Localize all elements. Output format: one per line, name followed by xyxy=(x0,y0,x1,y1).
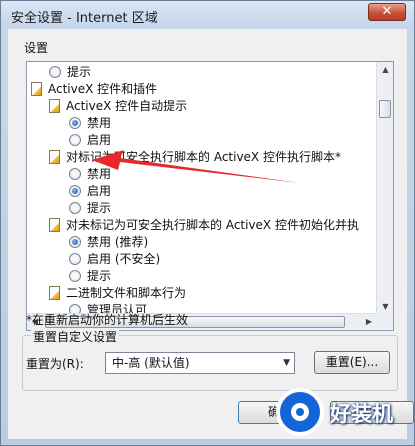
settings-category: ActiveX 控件自动提示 xyxy=(49,98,187,115)
tree-item-label: 启用 xyxy=(87,133,112,147)
radio-option[interactable]: 提示 xyxy=(69,200,111,217)
radio-option[interactable]: 启用 xyxy=(69,132,111,149)
security-level-value: 中-高 (默认值) xyxy=(112,356,190,370)
radio-option[interactable]: 提示 xyxy=(69,268,111,285)
settings-category: 对未标记为可安全执行脚本的 ActiveX 控件初始化并执 xyxy=(49,217,359,234)
tree-item-label: 启用 (不安全) xyxy=(87,252,161,266)
tree-item-label: 对未标记为可安全执行脚本的 ActiveX 控件初始化并执 xyxy=(66,218,359,232)
settings-tree: 提示 ActiveX 控件和插件 ActiveX 控件自动提示 禁用 启用 对标记为可安全… xyxy=(26,61,394,331)
settings-page-icon xyxy=(49,217,60,232)
tree-item-label: 提示 xyxy=(67,65,92,79)
radio-option[interactable]: 启用 xyxy=(69,183,111,200)
window-title: 安全设置 - Internet 区域 xyxy=(11,11,158,26)
watermark-badge: 好装机 xyxy=(268,386,415,446)
radio-unchecked-icon[interactable] xyxy=(49,65,61,78)
scroll-right-arrow-icon[interactable]: ▶ xyxy=(361,314,377,330)
security-settings-dialog: 安全设置 - Internet 区域 ✕ 设置 提示 ActiveX 控件和插件 A… xyxy=(0,0,415,446)
settings-page-icon xyxy=(49,149,60,164)
tree-item-label: 提示 xyxy=(87,201,112,215)
scrollbar-corner xyxy=(376,313,393,330)
tree-item-label: 禁用 (推荐) xyxy=(87,235,149,249)
vertical-scroll-thumb[interactable] xyxy=(379,100,391,118)
restart-note: *在重新启动你的计算机后生效 xyxy=(26,313,189,327)
radio-option[interactable]: 禁用 xyxy=(69,166,111,183)
settings-label: 设置 xyxy=(24,41,49,55)
close-button[interactable]: ✕ xyxy=(368,3,406,21)
settings-page-icon xyxy=(49,285,60,300)
radio-unchecked-icon[interactable] xyxy=(69,201,81,214)
settings-category: ActiveX 控件和插件 xyxy=(31,81,157,98)
settings-page-icon xyxy=(31,81,42,96)
title-bar: 安全设置 - Internet 区域 ✕ xyxy=(1,1,414,29)
watermark-logo-icon xyxy=(276,388,324,436)
radio-option[interactable]: 启用 (不安全) xyxy=(69,251,160,268)
tree-item-label: ActiveX 控件自动提示 xyxy=(66,99,188,113)
tree-item-label: 禁用 xyxy=(87,116,112,130)
radio-unchecked-icon[interactable] xyxy=(69,133,81,146)
tree-item-label: 对标记为可安全执行脚本的 ActiveX 控件执行脚本* xyxy=(66,150,341,164)
settings-category: 二进制文件和脚本行为 xyxy=(49,285,186,302)
radio-unchecked-icon[interactable] xyxy=(69,269,81,282)
settings-category: 对标记为可安全执行脚本的 ActiveX 控件执行脚本* xyxy=(49,149,341,166)
security-level-select[interactable]: 中-高 (默认值) ▼ xyxy=(105,352,295,374)
dialog-body: 设置 提示 ActiveX 控件和插件 ActiveX 控件自动提示 禁用 启用 对标记为… xyxy=(8,29,414,439)
reset-group-title: 重置自定义设置 xyxy=(31,328,120,345)
chevron-down-icon: ▼ xyxy=(283,358,290,368)
watermark-text: 好装机 xyxy=(330,402,393,426)
reset-to-label: 重置为(R): xyxy=(26,357,84,371)
radio-option[interactable]: 提示 xyxy=(49,64,91,81)
radio-option[interactable]: 禁用 xyxy=(69,115,111,132)
radio-checked-icon[interactable] xyxy=(69,184,81,197)
tree-item-label: 禁用 xyxy=(87,167,112,181)
radio-unchecked-icon[interactable] xyxy=(69,252,81,265)
tree-item-label: ActiveX 控件和插件 xyxy=(48,82,158,96)
reset-button[interactable]: 重置(E)... xyxy=(314,351,390,374)
settings-page-icon xyxy=(49,98,60,113)
tree-item-label: 二进制文件和脚本行为 xyxy=(66,286,187,300)
radio-checked-icon[interactable] xyxy=(69,116,81,129)
tree-item-label: 启用 xyxy=(87,184,112,198)
radio-checked-icon[interactable] xyxy=(69,235,81,248)
radio-option[interactable]: 禁用 (推荐) xyxy=(69,234,148,251)
vertical-scrollbar[interactable]: ▲ ▼ xyxy=(376,62,393,315)
settings-tree-content: 提示 ActiveX 控件和插件 ActiveX 控件自动提示 禁用 启用 对标记为可安全… xyxy=(27,62,377,315)
tree-item-label: 提示 xyxy=(87,269,112,283)
radio-unchecked-icon[interactable] xyxy=(69,167,81,180)
scroll-up-arrow-icon[interactable]: ▲ xyxy=(377,62,393,78)
